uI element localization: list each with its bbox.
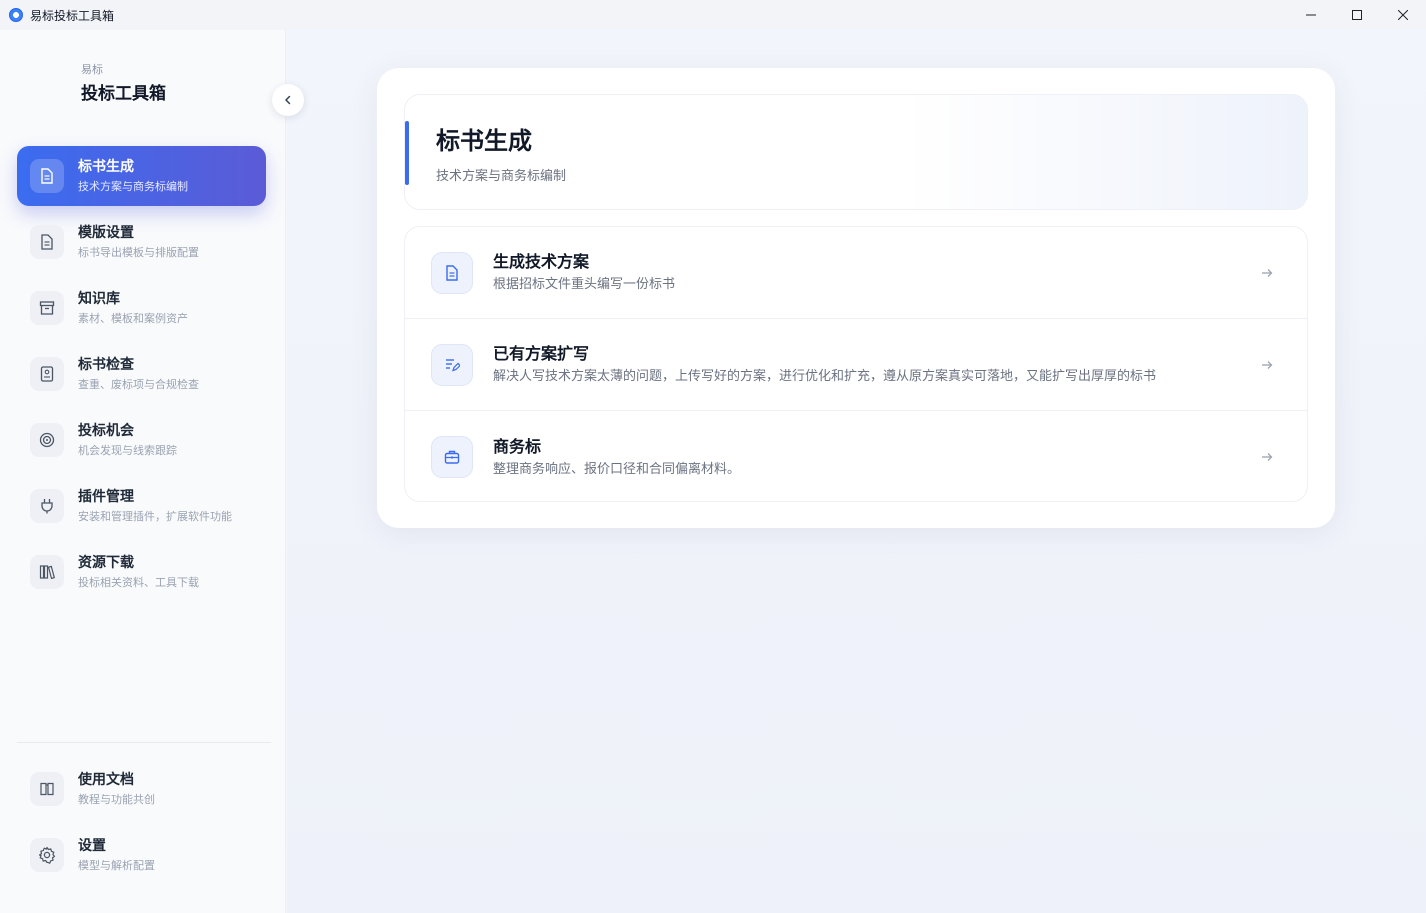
sidebar-item-desc: 投标相关资料、工具下载: [78, 575, 199, 589]
maximize-button[interactable]: [1334, 0, 1380, 30]
brand-title: 投标工具箱: [81, 84, 166, 104]
sidebar-item-label: 知识库: [78, 290, 120, 307]
arrow-right-icon: [1257, 452, 1277, 462]
option-generate-tech-plan[interactable]: 生成技术方案 根据招标文件重头编写一份标书: [405, 227, 1307, 319]
sidebar-item-template-settings[interactable]: 模版设置 标书导出模板与排版配置: [17, 212, 266, 272]
minimize-button[interactable]: [1288, 0, 1334, 30]
sidebar-item-desc: 模型与解析配置: [78, 858, 155, 872]
arrow-right-icon: [1257, 360, 1277, 370]
option-business-bid[interactable]: 商务标 整理商务响应、报价口径和合同偏离材料。: [405, 411, 1307, 501]
checklist-icon: [30, 357, 64, 391]
close-button[interactable]: [1380, 0, 1426, 30]
app-logo-icon: [9, 8, 23, 22]
close-icon: [1398, 10, 1408, 20]
main-content: 标书生成 技术方案与商务标编制 生成技术方案 根据招标文件重头编写一份标书 已有…: [287, 30, 1426, 913]
archive-icon: [30, 291, 64, 325]
window-controls: [1288, 0, 1426, 30]
brand-subtitle: 易标: [81, 63, 103, 76]
option-list: 生成技术方案 根据招标文件重头编写一份标书 已有方案扩写 解决人写技术方案太薄的…: [404, 226, 1308, 502]
sidebar-item-label: 使用文档: [78, 771, 134, 788]
arrow-right-icon: [1257, 268, 1277, 278]
minimize-icon: [1306, 14, 1316, 16]
sidebar-item-label: 设置: [78, 837, 106, 854]
template-icon: [30, 225, 64, 259]
sidebar-item-label: 模版设置: [78, 224, 134, 241]
option-desc: 解决人写技术方案太薄的问题，上传写好的方案，进行优化和扩充，遵从原方案真实可落地…: [493, 369, 1157, 384]
plug-icon: [30, 489, 64, 523]
sidebar: 易标 投标工具箱 标书生成 技术方案与商务标编制 模版设置 标书导出模板与排版配…: [0, 30, 286, 913]
library-icon: [30, 555, 64, 589]
page-title: 标书生成: [436, 127, 532, 155]
option-expand-existing-plan[interactable]: 已有方案扩写 解决人写技术方案太薄的问题，上传写好的方案，进行优化和扩充，遵从原…: [405, 319, 1307, 411]
sidebar-item-label: 插件管理: [78, 488, 134, 505]
sidebar-item-bid-check[interactable]: 标书检查 查重、废标项与合规检查: [17, 344, 266, 404]
sidebar-item-desc: 技术方案与商务标编制: [78, 179, 188, 193]
sidebar-item-label: 投标机会: [78, 422, 134, 439]
maximize-icon: [1352, 10, 1362, 20]
sidebar-divider: [17, 742, 271, 743]
page-subtitle: 技术方案与商务标编制: [436, 169, 567, 184]
sidebar-item-label: 标书检查: [78, 356, 134, 373]
header-accent-bar: [405, 121, 409, 185]
sidebar-item-label: 资源下载: [78, 554, 134, 571]
title-bar: 易标投标工具箱: [0, 0, 1426, 30]
page-header: 标书生成 技术方案与商务标编制: [404, 94, 1308, 210]
book-icon: [30, 772, 64, 806]
sidebar-collapse-button[interactable]: [272, 84, 304, 116]
option-title: 生成技术方案: [493, 252, 590, 271]
sidebar-item-resource-download[interactable]: 资源下载 投标相关资料、工具下载: [17, 542, 266, 602]
sidebar-item-documentation[interactable]: 使用文档 教程与功能共创: [17, 759, 266, 819]
document-icon: [30, 159, 64, 193]
target-icon: [30, 423, 64, 457]
sidebar-item-desc: 安装和管理插件，扩展软件功能: [78, 509, 232, 523]
sidebar-item-bid-opportunities[interactable]: 投标机会 机会发现与线索跟踪: [17, 410, 266, 470]
gear-icon: [30, 838, 64, 872]
chevron-left-icon: [285, 95, 291, 105]
sidebar-item-label: 标书生成: [78, 158, 134, 175]
window-title: 易标投标工具箱: [30, 8, 115, 23]
edit-list-icon: [431, 343, 473, 386]
briefcase-icon: [431, 436, 473, 478]
option-desc: 根据招标文件重头编写一份标书: [493, 277, 676, 292]
option-title: 商务标: [493, 436, 542, 456]
sidebar-item-desc: 标书导出模板与排版配置: [78, 245, 199, 259]
content-card: 标书生成 技术方案与商务标编制 生成技术方案 根据招标文件重头编写一份标书 已有…: [377, 68, 1335, 528]
sidebar-item-desc: 教程与功能共创: [78, 792, 155, 806]
option-desc: 整理商务响应、报价口径和合同偏离材料。: [493, 461, 741, 477]
sidebar-item-desc: 机会发现与线索跟踪: [78, 443, 177, 457]
sidebar-item-desc: 查重、废标项与合规检查: [78, 377, 199, 391]
sidebar-item-desc: 素材、模板和案例资产: [78, 311, 188, 325]
sidebar-item-plugin-management[interactable]: 插件管理 安装和管理插件，扩展软件功能: [17, 476, 266, 536]
sidebar-item-knowledge-base[interactable]: 知识库 素材、模板和案例资产: [17, 278, 266, 338]
document-icon: [431, 251, 473, 294]
sidebar-item-bid-generation[interactable]: 标书生成 技术方案与商务标编制: [17, 146, 266, 206]
sidebar-item-settings[interactable]: 设置 模型与解析配置: [17, 825, 266, 885]
option-title: 已有方案扩写: [493, 344, 590, 363]
